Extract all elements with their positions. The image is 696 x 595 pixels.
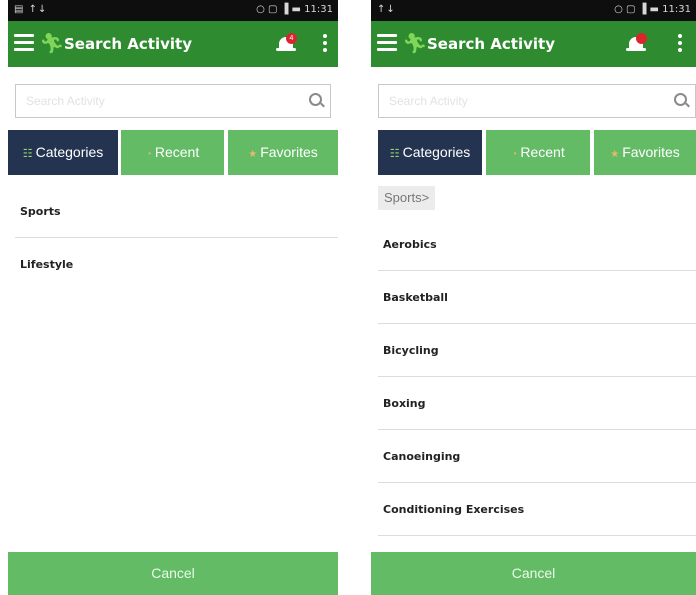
page-title: Search Activity (64, 35, 192, 53)
status-left-icons: ↑↓ (377, 4, 396, 15)
status-bar: ↑↓ ○ ▢ ▐ ▬ 11:31 (371, 0, 696, 21)
phone-screen-sports: ↑↓ ○ ▢ ▐ ▬ 11:31 🏃︎ Search Activity Sear… (371, 0, 696, 595)
status-right-icons: ○ ▢ ▐ ▬ 11:31 (256, 4, 333, 15)
list-item-canoeinging[interactable]: Canoeinging (378, 430, 696, 483)
list-item-aerobics[interactable]: Aerobics (378, 218, 696, 271)
runner-logo-icon: 🏃︎ (39, 31, 65, 55)
list-item-lifestyle[interactable]: Lifestyle (15, 238, 338, 290)
notification-bell-icon[interactable] (626, 33, 648, 55)
tab-categories[interactable]: ☷ Categories (378, 130, 482, 175)
notification-bell-icon[interactable]: 4 (276, 33, 298, 55)
tab-favorites[interactable]: ★ Favorites (228, 130, 338, 175)
tab-recent[interactable]: ◔ Recent (121, 130, 224, 175)
search-input[interactable]: Search Activity (15, 84, 331, 118)
list-item-basketball[interactable]: Basketball (378, 271, 696, 324)
tab-recent[interactable]: ◔ Recent (486, 130, 590, 175)
list-item-conditioning-exercises[interactable]: Conditioning Exercises (378, 483, 696, 536)
clock-icon: ◔ (145, 149, 152, 160)
notification-badge (636, 33, 647, 44)
runner-logo-icon: 🏃︎ (402, 31, 428, 55)
tab-favorites[interactable]: ★ Favorites (594, 130, 696, 175)
app-bar: 🏃︎ Search Activity 4 (8, 21, 338, 67)
menu-icon[interactable] (14, 34, 34, 52)
search-placeholder: Search Activity (26, 94, 105, 108)
app-bar: 🏃︎ Search Activity (371, 21, 696, 67)
search-placeholder: Search Activity (389, 94, 468, 108)
more-options-icon[interactable] (322, 34, 328, 56)
star-icon: ★ (610, 149, 620, 160)
page-title: Search Activity (427, 35, 555, 53)
status-right-icons: ○ ▢ ▐ ▬ 11:31 (614, 4, 691, 15)
star-icon: ★ (248, 149, 258, 160)
clock-icon: ◔ (511, 149, 518, 160)
search-input[interactable]: Search Activity (378, 84, 696, 118)
cancel-button[interactable]: Cancel (8, 552, 338, 595)
status-left-icons: ▤ ↑↓ (14, 4, 48, 15)
notification-badge: 4 (286, 33, 297, 44)
list-item-sports[interactable]: Sports (15, 185, 338, 238)
list-item-bicycling[interactable]: Bicycling (378, 324, 696, 377)
tab-categories[interactable]: ☷ Categories (8, 130, 118, 175)
search-icon[interactable] (674, 93, 687, 106)
cancel-button[interactable]: Cancel (371, 552, 696, 595)
menu-icon[interactable] (377, 34, 397, 52)
more-options-icon[interactable] (677, 34, 683, 56)
status-bar: ▤ ↑↓ ○ ▢ ▐ ▬ 11:31 (8, 0, 338, 21)
list-item-boxing[interactable]: Boxing (378, 377, 696, 430)
sitemap-icon: ☷ (22, 148, 33, 160)
sitemap-icon: ☷ (389, 148, 400, 160)
tab-bar: ☷ Categories ◔ Recent ★ Favorites (371, 130, 696, 175)
phone-screen-categories: ▤ ↑↓ ○ ▢ ▐ ▬ 11:31 🏃︎ Search Activity 4 … (8, 0, 338, 595)
breadcrumb[interactable]: Sports> (378, 186, 436, 210)
search-icon[interactable] (309, 93, 322, 106)
tab-bar: ☷ Categories ◔ Recent ★ Favorites (8, 130, 338, 175)
